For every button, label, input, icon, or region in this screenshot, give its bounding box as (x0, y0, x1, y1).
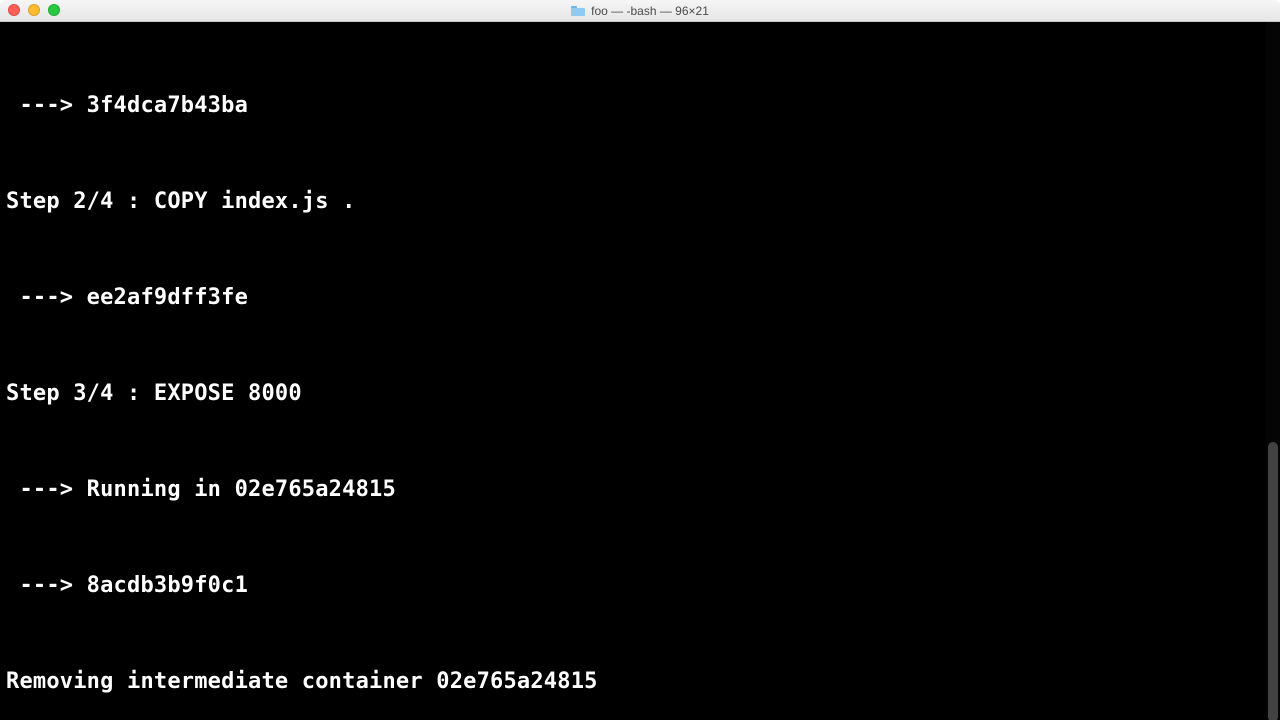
terminal-line: Removing intermediate container 02e765a2… (6, 666, 1274, 698)
terminal-window: foo — -bash — 96×21 ---> 3f4dca7b43ba St… (0, 0, 1280, 720)
terminal-line: ---> 8acdb3b9f0c1 (6, 570, 1274, 602)
scrollbar-thumb[interactable] (1268, 442, 1278, 720)
terminal-line: Step 3/4 : EXPOSE 8000 (6, 378, 1274, 410)
titlebar[interactable]: foo — -bash — 96×21 (0, 0, 1280, 22)
minimize-icon[interactable] (28, 4, 40, 16)
terminal-line: Step 2/4 : COPY index.js . (6, 186, 1274, 218)
window-title: foo — -bash — 96×21 (591, 4, 709, 18)
terminal-line: ---> 3f4dca7b43ba (6, 90, 1274, 122)
title-center: foo — -bash — 96×21 (571, 4, 709, 18)
close-icon[interactable] (8, 4, 20, 16)
terminal-line: ---> ee2af9dff3fe (6, 282, 1274, 314)
folder-icon (571, 5, 585, 16)
terminal-viewport[interactable]: ---> 3f4dca7b43ba Step 2/4 : COPY index.… (0, 22, 1280, 720)
scrollbar-track[interactable] (1266, 22, 1280, 720)
terminal-line: ---> Running in 02e765a24815 (6, 474, 1274, 506)
maximize-icon[interactable] (48, 4, 60, 16)
window-controls (8, 4, 60, 16)
